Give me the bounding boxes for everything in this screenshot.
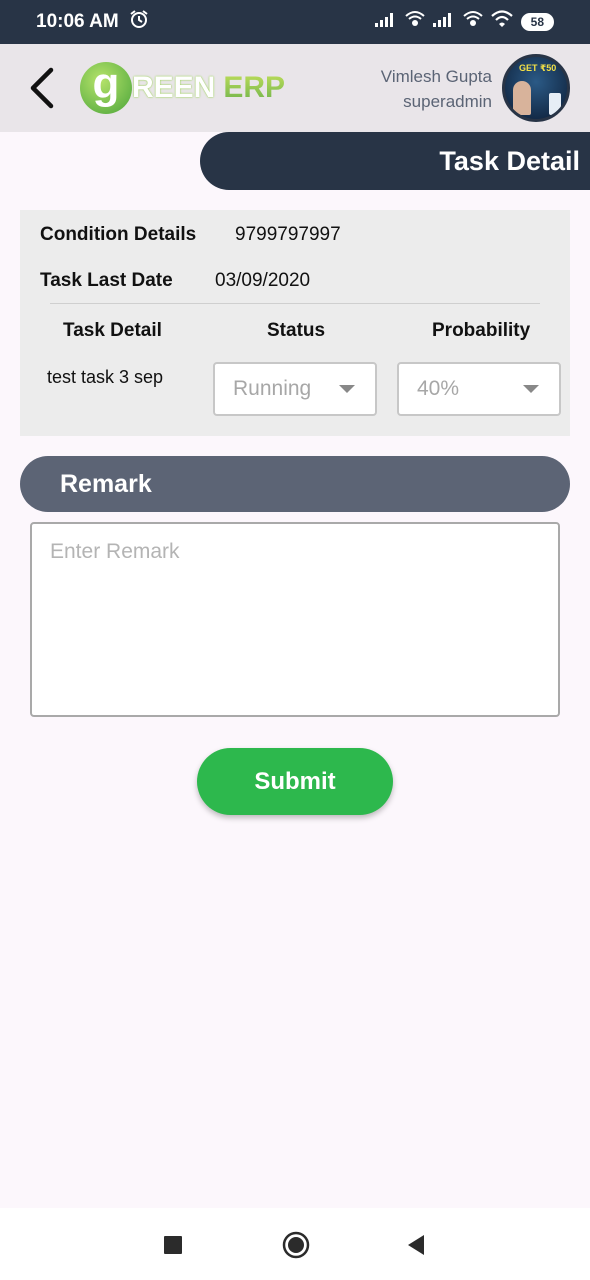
page-title: Task Detail — [200, 132, 590, 190]
task-last-date-label: Task Last Date — [40, 270, 173, 291]
remark-input[interactable] — [30, 522, 560, 717]
circle-icon — [282, 1231, 310, 1259]
task-last-date-value: 03/09/2020 — [215, 270, 311, 291]
logo-erp-text: ERP — [223, 71, 286, 104]
user-info: Vimlesh Gupta superadmin — [381, 64, 492, 114]
probability-dropdown-value: 40% — [417, 377, 460, 400]
chevron-left-icon — [30, 67, 54, 109]
condition-details-value: 9799797997 — [235, 224, 341, 245]
square-icon — [164, 1236, 182, 1254]
signal-icon-2 — [432, 11, 455, 33]
logo-g-circle: g — [80, 62, 132, 114]
green-erp-logo: g REEN ERP — [80, 62, 285, 114]
avatar-promo-text: GET ₹50 — [519, 63, 557, 73]
logo-reen-text: REEN — [132, 71, 216, 104]
system-nav-bar — [0, 1208, 590, 1280]
status-right: 58 — [374, 10, 554, 34]
user-name: Vimlesh Gupta — [380, 67, 492, 86]
wifi-icon — [490, 10, 513, 34]
column-header-probability: Probability — [432, 320, 531, 341]
app-header: g REEN ERP Vimlesh Gupta superadmin GET … — [0, 44, 590, 132]
status-dropdown[interactable]: Running — [213, 362, 377, 416]
alarm-icon — [129, 9, 149, 35]
avatar[interactable]: GET ₹50 — [502, 54, 570, 122]
task-details-card: Condition Details 9799797997 Task Last D… — [20, 210, 570, 436]
submit-button[interactable]: Submit — [197, 748, 393, 815]
column-header-task-detail: Task Detail — [63, 320, 162, 341]
caret-down-icon — [339, 385, 355, 393]
back-nav-button[interactable] — [406, 1234, 426, 1261]
signal-icon — [374, 11, 397, 33]
triangle-back-icon — [408, 1235, 424, 1255]
caret-down-icon — [523, 385, 539, 393]
avatar-person-shape — [513, 81, 531, 115]
status-left: 10:06 AM — [36, 9, 149, 35]
back-button[interactable] — [22, 64, 62, 112]
condition-details-label: Condition Details — [40, 224, 197, 245]
divider — [50, 303, 540, 304]
column-header-status: Status — [267, 320, 326, 341]
home-button[interactable] — [282, 1231, 310, 1264]
remark-header: Remark — [20, 456, 570, 512]
battery-icon: 58 — [520, 13, 554, 31]
probability-dropdown[interactable]: 40% — [397, 362, 561, 416]
status-bar: 10:06 AM 58 — [0, 0, 590, 44]
wifi-calling-icon — [404, 10, 425, 34]
recent-apps-button[interactable] — [164, 1236, 182, 1259]
status-dropdown-value: Running — [233, 377, 312, 400]
task-name: test task 3 sep — [47, 367, 164, 387]
avatar-phone-shape — [549, 93, 561, 115]
user-role: superadmin — [403, 92, 492, 111]
wifi-calling-icon-2 — [462, 10, 483, 34]
status-time: 10:06 AM — [36, 11, 119, 32]
